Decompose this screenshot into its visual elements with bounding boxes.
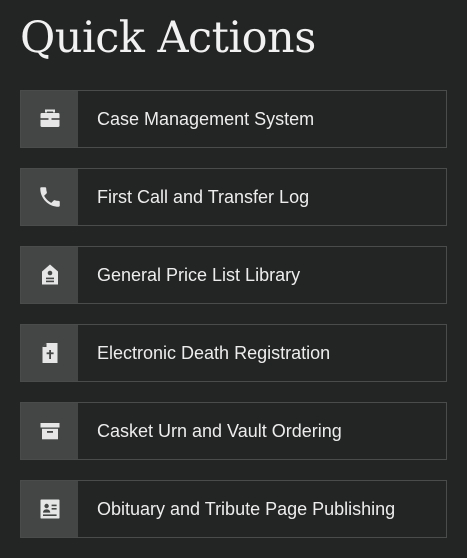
quick-actions-panel: Quick Actions Case Management System Fir…: [0, 0, 467, 558]
action-label: Case Management System: [97, 108, 315, 129]
document-cross-icon: [21, 325, 78, 381]
quick-actions-list: Case Management System First Call and Tr…: [20, 90, 447, 538]
profile-card-icon: [21, 481, 78, 537]
action-casket-ordering[interactable]: Casket Urn and Vault Ordering: [20, 402, 447, 460]
action-death-registration[interactable]: Electronic Death Registration: [20, 324, 447, 382]
action-label: General Price List Library: [97, 264, 301, 285]
page-title: Quick Actions: [20, 13, 316, 63]
action-label: Electronic Death Registration: [97, 342, 331, 363]
archive-box-icon: [21, 403, 78, 459]
phone-icon: [21, 169, 78, 225]
action-label: Obituary and Tribute Page Publishing: [97, 498, 396, 519]
action-price-list-library[interactable]: General Price List Library: [20, 246, 447, 304]
action-case-management[interactable]: Case Management System: [20, 90, 447, 148]
action-first-call-log[interactable]: First Call and Transfer Log: [20, 168, 447, 226]
price-tag-icon: [21, 247, 78, 303]
action-label: First Call and Transfer Log: [97, 186, 310, 207]
action-obituary-publishing[interactable]: Obituary and Tribute Page Publishing: [20, 480, 447, 538]
briefcase-icon: [21, 91, 78, 147]
action-label: Casket Urn and Vault Ordering: [97, 420, 342, 441]
